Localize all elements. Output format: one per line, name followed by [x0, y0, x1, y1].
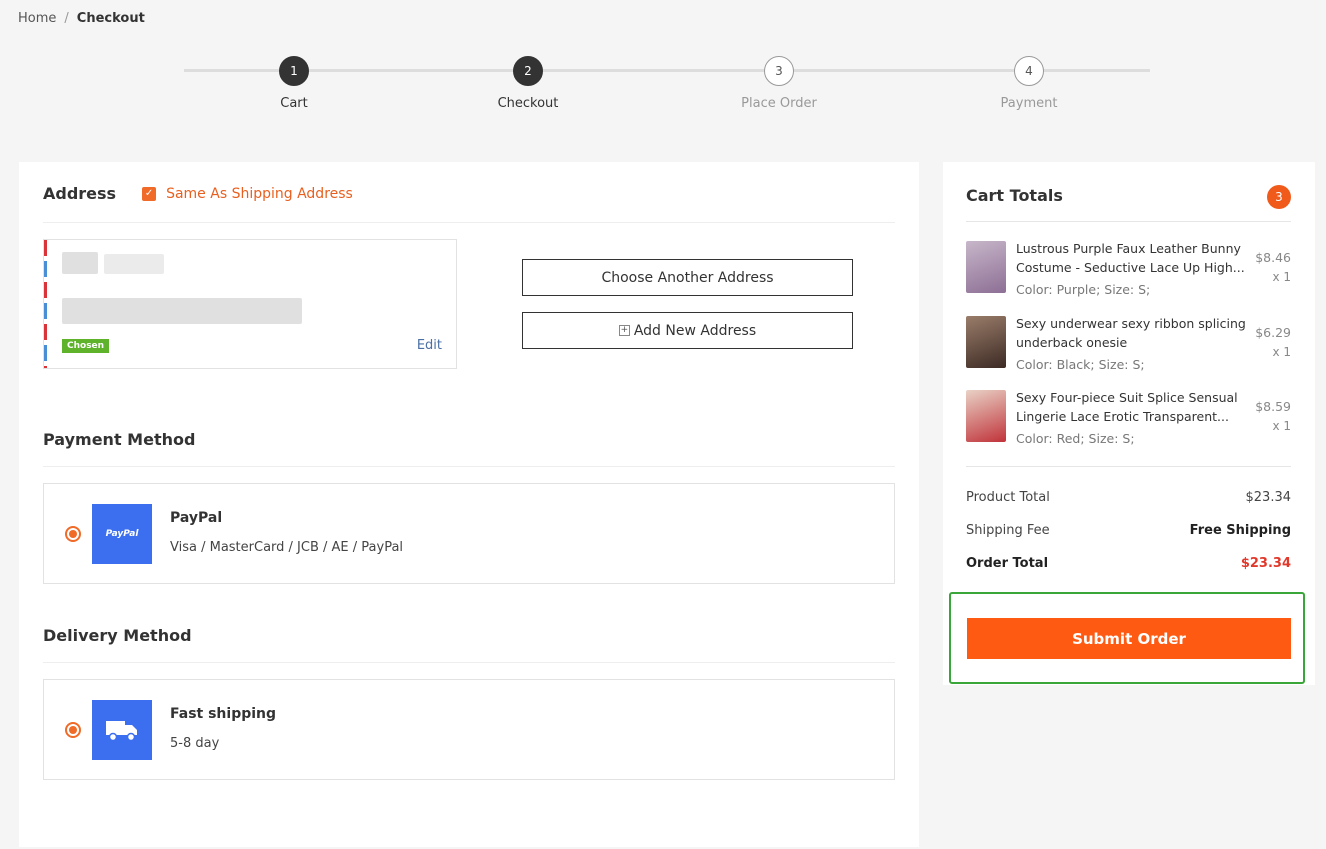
order-total-value: $23.34 [1240, 556, 1291, 571]
checkout-main-panel: Address ✓ Same As Shipping Address Chose… [19, 162, 919, 847]
submit-order-label: Submit Order [1072, 629, 1186, 648]
shipping-fee-row: Shipping Fee Free Shipping [966, 523, 1291, 538]
edit-address-link[interactable]: Edit [417, 338, 442, 353]
breadcrumb-current: Checkout [76, 11, 145, 26]
product-name[interactable]: Lustrous Purple Faux Leather Bunny Costu… [1016, 239, 1252, 277]
product-thumbnail[interactable] [966, 316, 1006, 368]
product-thumbnail[interactable] [966, 241, 1006, 293]
add-new-address-label: Add New Address [633, 322, 757, 339]
product-name[interactable]: Sexy underwear sexy ribbon splicing unde… [1016, 314, 1252, 352]
product-price: $8.46 [1255, 250, 1291, 265]
delivery-name: Fast shipping [170, 706, 277, 722]
payment-method-title: Payment Method [43, 430, 196, 449]
address-title: Address [43, 184, 117, 203]
product-options: Color: Purple; Size: S; [1016, 282, 1151, 297]
plus-icon: + [618, 325, 630, 336]
paypal-icon-text: PayPal [105, 529, 139, 539]
address-card[interactable]: Chosen Edit [43, 239, 457, 369]
step-label: Place Order [741, 96, 817, 111]
redacted-name [62, 252, 98, 274]
order-total-row: Order Total $23.34 [966, 556, 1291, 571]
cart-totals-title: Cart Totals [966, 186, 1063, 205]
choose-another-address-button[interactable]: Choose Another Address [522, 259, 853, 296]
payment-name: PayPal [170, 510, 223, 526]
radio-selected-icon[interactable] [65, 722, 81, 738]
product-price: $6.29 [1255, 325, 1291, 340]
checkout-progress: 1 Cart 2 Checkout 3 Place Order 4 Paymen… [184, 56, 1150, 116]
product-quantity: x 1 [1272, 419, 1291, 433]
breadcrumb-home-link[interactable]: Home [18, 11, 56, 26]
payment-option-paypal[interactable]: PayPal PayPal Visa / MasterCard / JCB / … [43, 483, 895, 584]
step-label: Checkout [497, 96, 559, 111]
product-thumbnail[interactable] [966, 390, 1006, 442]
shipping-fee-value: Free Shipping [1189, 523, 1291, 538]
cart-divider [966, 221, 1291, 222]
address-divider [43, 222, 895, 223]
product-quantity: x 1 [1272, 270, 1291, 284]
payment-description: Visa / MasterCard / JCB / AE / PayPal [170, 540, 404, 555]
product-options: Color: Black; Size: S; [1016, 357, 1145, 372]
step-number: 1 [279, 56, 309, 86]
product-total-label: Product Total [966, 490, 1050, 505]
paypal-icon: PayPal [92, 504, 152, 564]
payment-divider [43, 466, 895, 467]
airmail-stripe [44, 240, 47, 368]
step-payment: 4 Payment [959, 56, 1099, 111]
step-number: 2 [513, 56, 543, 86]
cart-item[interactable]: Lustrous Purple Faux Leather Bunny Costu… [966, 239, 1291, 309]
shipping-fee-label: Shipping Fee [966, 523, 1050, 538]
step-place-order: 3 Place Order [709, 56, 849, 111]
radio-selected-icon[interactable] [65, 526, 81, 542]
step-cart: 1 Cart [224, 56, 364, 111]
redacted-phone [104, 254, 164, 274]
address-header: Address ✓ Same As Shipping Address [43, 184, 353, 203]
delivery-method-title: Delivery Method [43, 626, 192, 645]
product-name[interactable]: Sexy Four-piece Suit Splice Sensual Ling… [1016, 388, 1252, 426]
product-quantity: x 1 [1272, 345, 1291, 359]
step-label: Payment [1000, 96, 1058, 111]
breadcrumb: Home / Checkout [18, 11, 145, 26]
checkbox-checked-icon[interactable]: ✓ [142, 186, 157, 201]
step-number: 3 [764, 56, 794, 86]
choose-another-address-label: Choose Another Address [601, 269, 774, 286]
product-total-row: Product Total $23.34 [966, 490, 1291, 505]
add-new-address-button[interactable]: + Add New Address [522, 312, 853, 349]
same-as-shipping-checkbox[interactable]: ✓ Same As Shipping Address [142, 186, 353, 202]
truck-icon [92, 700, 152, 760]
step-number: 4 [1014, 56, 1044, 86]
chosen-badge: Chosen [62, 339, 110, 353]
delivery-divider [43, 662, 895, 663]
product-price: $8.59 [1255, 399, 1291, 414]
delivery-description: 5-8 day [170, 736, 220, 751]
step-checkout: 2 Checkout [458, 56, 598, 111]
order-total-label: Order Total [966, 556, 1049, 571]
delivery-option-fast[interactable]: Fast shipping 5-8 day [43, 679, 895, 780]
cart-item[interactable]: Sexy underwear sexy ribbon splicing unde… [966, 314, 1291, 384]
cart-item[interactable]: Sexy Four-piece Suit Splice Sensual Ling… [966, 388, 1291, 458]
submit-order-button[interactable]: Submit Order [967, 618, 1291, 659]
redacted-address [62, 298, 302, 324]
step-label: Cart [280, 96, 308, 111]
product-options: Color: Red; Size: S; [1016, 431, 1135, 446]
same-as-shipping-label: Same As Shipping Address [166, 185, 353, 202]
breadcrumb-separator: / [64, 11, 69, 26]
product-total-value: $23.34 [1245, 490, 1292, 505]
cart-count-badge: 3 [1267, 185, 1291, 209]
totals-divider [966, 466, 1291, 467]
